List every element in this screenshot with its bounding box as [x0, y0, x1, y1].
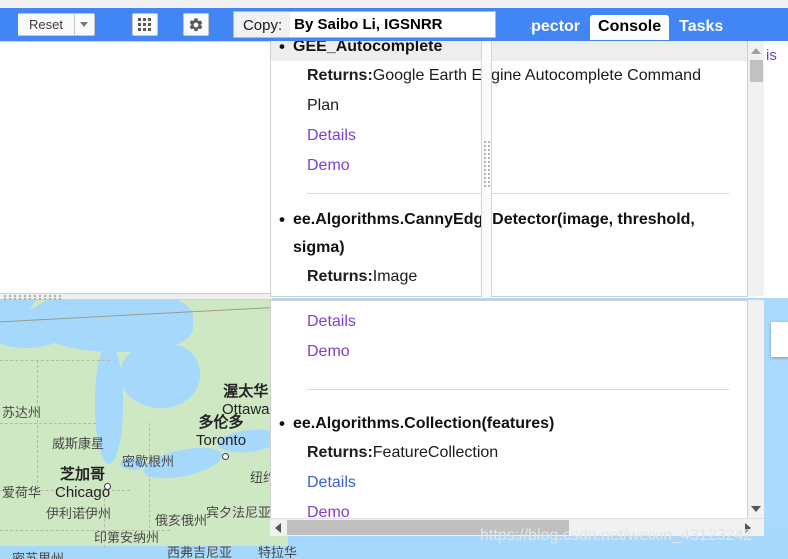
- map-water-small-lake: [120, 458, 146, 470]
- map-city-dot-toronto: [222, 453, 229, 460]
- doc-signature-line2: sigma): [293, 239, 345, 256]
- doc-returns-line-2: Plan: [307, 97, 340, 114]
- copy-input[interactable]: [290, 11, 497, 38]
- doc-entry-collection: • ee.Algorithms.Collection(features) Ret…: [271, 410, 747, 528]
- panel-resize-handle-vertical[interactable]: [481, 33, 492, 297]
- docs-hscrollbar-thumb[interactable]: [287, 520, 569, 535]
- doc-returns-label: Returns:: [307, 444, 373, 461]
- doc-returns-label: Returns:: [307, 67, 373, 84]
- doc-link-demo[interactable]: Demo: [307, 337, 747, 367]
- triangle-left-icon[interactable]: [272, 522, 284, 534]
- reset-button[interactable]: Reset: [17, 13, 74, 36]
- window-top-strip: [0, 0, 788, 8]
- doc-signature-row[interactable]: • ee.Algorithms.CannyEdgeDetector(image,…: [271, 206, 747, 234]
- map-water-huron: [120, 343, 200, 408]
- apps-grid-button[interactable]: [131, 13, 158, 36]
- doc-entry-canny-edge-detector: • ee.Algorithms.CannyEdgeDetector(image,…: [271, 206, 747, 292]
- doc-returns-label: Returns:: [307, 268, 373, 285]
- map-border-state-vert-2: [149, 423, 150, 533]
- tab-console[interactable]: Console: [590, 15, 670, 40]
- console-scrollbar[interactable]: [748, 41, 764, 296]
- console-edge-text: is: [766, 47, 777, 64]
- doc-returns-line: Returns:Google Earth Engine Autocomplete…: [307, 61, 747, 91]
- docs-scrollbar-horizontal[interactable]: [270, 518, 764, 536]
- map-border-state-1: [0, 360, 110, 361]
- autocomplete-docs-panel-top[interactable]: • GEE_Autocomplete Returns:Google Earth …: [270, 33, 748, 297]
- gear-icon: [189, 17, 203, 31]
- doc-separator: [307, 389, 729, 390]
- triangle-up-icon[interactable]: [748, 44, 764, 57]
- copy-label: Copy:: [232, 11, 291, 38]
- map-water-michigan: [95, 346, 123, 464]
- panel-resize-handle-horizontal[interactable]: [0, 293, 270, 300]
- map-info-card[interactable]: [771, 322, 788, 357]
- apps-grid-icon: [138, 18, 152, 31]
- map-border-state-2: [0, 423, 96, 424]
- doc-link-details[interactable]: Details: [307, 121, 747, 151]
- doc-returns-value: Image: [372, 268, 418, 285]
- editor-toolbar: Reset Copy:: [0, 8, 530, 41]
- chevron-down-icon: [80, 22, 89, 27]
- console-tab-bar: Inspector Console Tasks: [492, 8, 788, 41]
- doc-returns-line: Returns:FeatureCollection: [307, 438, 747, 468]
- docs-scrollbar-vertical[interactable]: [748, 300, 764, 518]
- doc-entry-gee-autocomplete: • GEE_Autocomplete Returns:Google Earth …: [271, 33, 747, 181]
- doc-returns-value: Google Earth Engine Autocomplete Command: [372, 67, 701, 84]
- grip-dots-icon: [4, 295, 61, 300]
- grip-dots-icon: [484, 141, 490, 187]
- doc-signature-row[interactable]: • ee.Algorithms.Collection(features): [271, 410, 747, 438]
- triangle-right-icon[interactable]: [742, 522, 754, 534]
- tab-tasks[interactable]: Tasks: [671, 15, 731, 40]
- doc-signature: ee.Algorithms.CannyEdgeDetector(image, t…: [293, 211, 695, 228]
- console-scrollbar-thumb[interactable]: [750, 60, 763, 82]
- map-land-bottom-cover: [0, 498, 288, 546]
- doc-signature-cont: sigma): [293, 234, 747, 262]
- map-border-state-4: [0, 530, 170, 531]
- autocomplete-docs-panel-bottom[interactable]: Details Demo • ee.Algorithms.Collection(…: [270, 300, 748, 530]
- doc-returns-value: FeatureCollection: [372, 444, 499, 461]
- doc-link-details[interactable]: Details: [307, 468, 747, 498]
- console-tabs: Inspector Console Tasks: [500, 15, 731, 40]
- map-border-state-vert-1: [37, 360, 38, 488]
- doc-link-demo[interactable]: Demo: [307, 151, 747, 181]
- doc-returns-line: Returns:Image: [307, 262, 747, 292]
- reset-dropdown-button[interactable]: [73, 13, 95, 36]
- triangle-down-icon[interactable]: [748, 502, 764, 515]
- reset-button-group: Reset: [17, 13, 95, 36]
- toolbar-left-edge: [0, 8, 18, 41]
- bullet-icon: •: [279, 210, 285, 229]
- doc-separator: [307, 193, 729, 194]
- bullet-icon: •: [279, 414, 285, 433]
- settings-button[interactable]: [182, 13, 209, 36]
- doc-signature: ee.Algorithms.Collection(features): [293, 415, 555, 432]
- map-border-state-vert-3: [104, 488, 105, 548]
- doc-link-details[interactable]: Details: [307, 307, 747, 337]
- map-border-state-3: [0, 490, 130, 491]
- map-city-dot-chicago: [104, 483, 111, 490]
